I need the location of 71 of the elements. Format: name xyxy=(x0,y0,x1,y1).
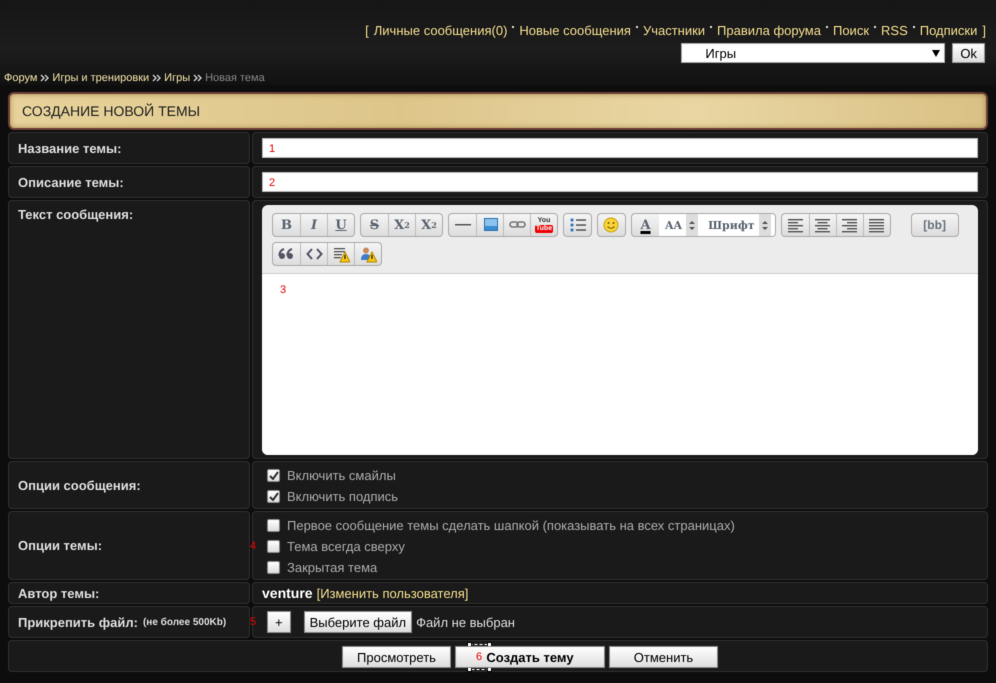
checkbox[interactable] xyxy=(267,561,280,574)
checkbox-label: Тема всегда сверху xyxy=(287,539,405,554)
annotation-number: 3 xyxy=(280,284,286,296)
breadcrumb-link[interactable]: Игры xyxy=(164,72,190,84)
change-user-link[interactable]: [Изменить пользователя] xyxy=(316,586,468,600)
field-label: Текст сообщения: xyxy=(8,200,250,459)
bracket: ] xyxy=(982,22,986,38)
author-name: venture xyxy=(262,585,313,601)
chevron-icon xyxy=(152,74,162,82)
field-label: Название темы: xyxy=(8,132,250,164)
text-input[interactable]: 1 xyxy=(262,138,978,158)
breadcrumb-link[interactable]: Форум xyxy=(4,72,38,84)
nav-link[interactable]: RSS xyxy=(881,22,908,38)
form-button[interactable]: Просмотреть xyxy=(342,646,451,668)
checkbox-label: Закрытая тема xyxy=(287,560,378,575)
italic-button[interactable]: I xyxy=(300,214,327,236)
annotation-number: 5 xyxy=(250,616,256,628)
nav-link[interactable]: Поиск xyxy=(832,22,870,38)
size-note: (не более 500Kb) xyxy=(142,616,226,628)
choose-file-button[interactable]: Выберите файл xyxy=(304,611,412,633)
annotation-number: 6 xyxy=(476,651,482,663)
field-label: Автор темы: xyxy=(8,582,250,604)
bold-button[interactable]: B xyxy=(273,214,300,236)
dropdown-arrow-icon xyxy=(932,50,940,56)
add-button[interactable]: + xyxy=(267,611,291,633)
bracket: [ xyxy=(365,22,369,38)
underline-button[interactable]: U xyxy=(327,214,354,236)
breadcrumb-current: Новая тема xyxy=(205,72,265,84)
smiley-icon[interactable] xyxy=(603,216,620,234)
text-input[interactable]: 2 xyxy=(262,172,978,192)
checkbox-label: Включить смайлы xyxy=(287,468,396,483)
align-center-icon[interactable] xyxy=(814,216,832,234)
ok-button[interactable]: Ok xyxy=(952,43,985,63)
list-icon[interactable] xyxy=(569,216,586,234)
nav-link[interactable]: Правила форума xyxy=(717,22,821,38)
strikethrough-button[interactable]: S xyxy=(361,214,388,236)
breadcrumb-link[interactable]: Игры и тренировки xyxy=(52,72,150,84)
justify-icon[interactable] xyxy=(868,216,886,234)
checkbox[interactable] xyxy=(267,490,280,503)
checkbox-label: Включить подпись xyxy=(287,489,398,504)
annotation-number: 1 xyxy=(269,143,276,155)
file-status: Файл не выбран xyxy=(416,614,515,630)
align-left-icon[interactable] xyxy=(786,216,804,234)
nav-link[interactable]: Личные сообщения(0) xyxy=(374,22,508,38)
text-warning-icon[interactable] xyxy=(332,246,350,262)
form-title: СОЗДАНИЕ НОВОЙ ТЕМЫ xyxy=(8,92,988,130)
field-label: Описание темы: xyxy=(8,166,250,198)
checkbox[interactable] xyxy=(267,469,280,482)
field-label: Опции сообщения: xyxy=(8,461,250,509)
forum-select[interactable]: Игры xyxy=(681,43,946,63)
image-icon[interactable] xyxy=(482,216,498,234)
form-button[interactable]: Отменить xyxy=(609,646,718,668)
message-textarea[interactable]: 3 xyxy=(262,273,978,455)
checkbox-label: Первое сообщение темы сделать шапкой (показывать на всех страницах) xyxy=(287,518,735,533)
chevron-icon xyxy=(40,74,50,82)
check-icon xyxy=(268,492,278,501)
field-label: Прикрепить файл: xyxy=(18,614,138,630)
annotation-number: 2 xyxy=(269,177,276,189)
checkbox[interactable] xyxy=(267,540,280,553)
annotation-number: 4 xyxy=(250,540,256,552)
bbcode-button[interactable]: [bb] xyxy=(912,214,958,236)
nav-link[interactable]: Участники xyxy=(642,22,706,38)
chevron-icon xyxy=(193,74,202,82)
align-right-icon[interactable] xyxy=(841,216,858,234)
check-icon xyxy=(268,471,278,480)
checkbox[interactable] xyxy=(267,519,280,532)
nav-link[interactable]: Новые сообщения xyxy=(519,22,631,38)
code-icon[interactable] xyxy=(306,246,322,262)
nav-link[interactable]: Подписки xyxy=(920,22,978,38)
user-warning-icon[interactable] xyxy=(360,246,376,262)
field-label: Опции темы: xyxy=(8,511,250,580)
